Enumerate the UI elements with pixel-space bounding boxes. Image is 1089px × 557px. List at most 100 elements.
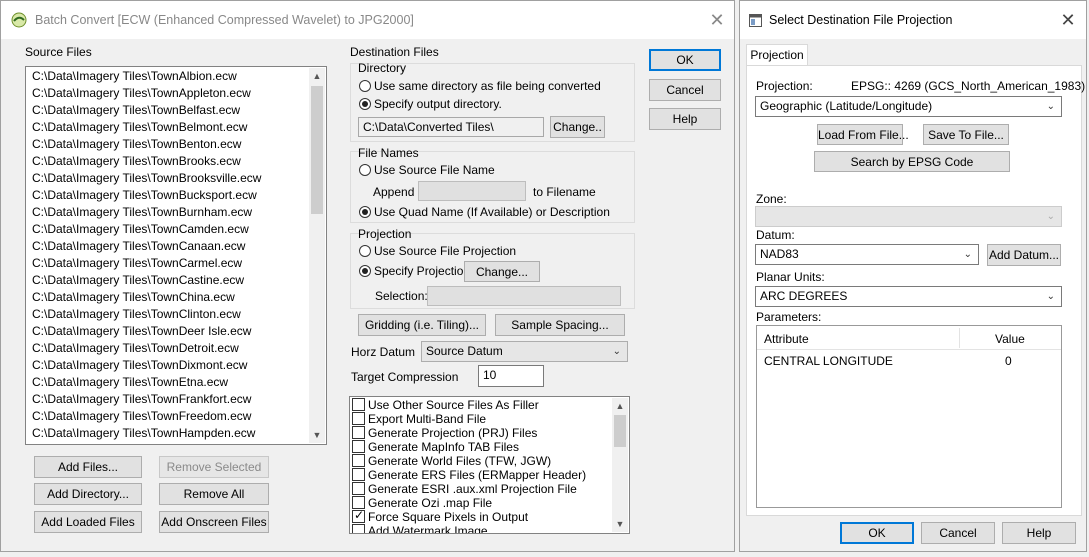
selection-label: Selection: [375, 289, 428, 303]
options-scrollbar[interactable]: ▲ ▼ [612, 398, 628, 532]
append-field[interactable] [418, 181, 526, 201]
option-checkbox[interactable] [352, 398, 365, 411]
proj-cancel-button[interactable]: Cancel [921, 522, 995, 544]
planar-units-select[interactable]: ARC DEGREES ⌄ [755, 286, 1062, 307]
chevron-down-icon: ⌄ [963, 249, 972, 260]
datum-select[interactable]: NAD83 ⌄ [755, 244, 979, 265]
list-item[interactable]: C:\Data\Imagery Tiles\TownAppleton.ecw [32, 85, 251, 102]
specify-projection-radio[interactable] [359, 265, 371, 277]
list-item[interactable]: C:\Data\Imagery Tiles\TownFrankfort.ecw [32, 391, 251, 408]
specify-output-radio[interactable] [359, 98, 371, 110]
gridding-button[interactable]: Gridding (i.e. Tiling)... [358, 314, 486, 336]
list-item[interactable]: C:\Data\Imagery Tiles\TownDetroit.ecw [32, 340, 239, 357]
save-to-file-button[interactable]: Save To File... [923, 124, 1009, 145]
option-checkbox[interactable] [352, 482, 365, 495]
chevron-down-icon: ⌄ [1046, 101, 1055, 112]
attribute-column-header[interactable]: Attribute [764, 332, 809, 346]
destination-files-label: Destination Files [350, 45, 439, 59]
tab-projection[interactable]: Projection [746, 44, 808, 66]
batch-close-icon[interactable]: ✕ [703, 7, 731, 33]
scroll-thumb[interactable] [311, 86, 323, 214]
remove-all-button[interactable]: Remove All [159, 483, 269, 505]
ok-button[interactable]: OK [649, 49, 721, 71]
add-loaded-files-button[interactable]: Add Loaded Files [34, 511, 142, 533]
options-scroll-down-icon[interactable]: ▼ [612, 516, 628, 532]
list-item[interactable]: C:\Data\Imagery Tiles\TownCanaan.ecw [32, 238, 245, 255]
option-label: Generate MapInfo TAB Files [368, 440, 519, 454]
output-directory-field[interactable]: C:\Data\Converted Tiles\ [358, 117, 544, 137]
parameters-header: Attribute Value [757, 326, 1061, 350]
list-item[interactable]: C:\Data\Imagery Tiles\TownAlbion.ecw [32, 68, 237, 85]
cancel-button[interactable]: Cancel [649, 79, 721, 101]
list-item[interactable]: C:\Data\Imagery Tiles\TownBelmont.ecw [32, 119, 247, 136]
list-item[interactable]: C:\Data\Imagery Tiles\TownBrooksville.ec… [32, 170, 261, 187]
help-button[interactable]: Help [649, 108, 721, 130]
list-item[interactable]: C:\Data\Imagery Tiles\TownCastine.ecw [32, 272, 244, 289]
source-files-list[interactable]: C:\Data\Imagery Tiles\TownAlbion.ecw C:\D… [25, 66, 327, 445]
use-quad-name-radio[interactable] [359, 206, 371, 218]
list-item[interactable]: C:\Data\Imagery Tiles\TownClinton.ecw [32, 306, 241, 323]
add-files-button[interactable]: Add Files... [34, 456, 142, 478]
option-checkbox[interactable] [352, 440, 365, 453]
parameters-table[interactable]: Attribute Value CENTRAL LONGITUDE 0 [756, 325, 1062, 508]
list-item[interactable]: C:\Data\Imagery Tiles\TownCamden.ecw [32, 221, 249, 238]
list-item[interactable]: C:\Data\Imagery Tiles\TownBenton.ecw [32, 136, 241, 153]
proj-ok-button[interactable]: OK [840, 522, 914, 544]
change-projection-button[interactable]: Change... [464, 261, 540, 282]
batch-title-bar[interactable]: Batch Convert [ECW (Enhanced Compressed … [1, 1, 734, 39]
scroll-down-icon[interactable]: ▼ [309, 427, 325, 443]
option-checkbox[interactable] [352, 524, 365, 533]
list-item[interactable]: C:\Data\Imagery Tiles\TownFreedom.ecw [32, 408, 251, 425]
proj-title-bar[interactable]: Select Destination File Projection ✕ [740, 1, 1086, 39]
options-list[interactable]: Use Other Source Files As Filler Export M… [349, 396, 630, 534]
use-source-projection-radio[interactable] [359, 245, 371, 257]
to-filename-label: to Filename [533, 185, 596, 199]
list-item[interactable]: C:\Data\Imagery Tiles\TownDixmont.ecw [32, 357, 247, 374]
add-onscreen-files-button[interactable]: Add Onscreen Files [159, 511, 269, 533]
list-item[interactable]: C:\Data\Imagery Tiles\TownBelfast.ecw [32, 102, 240, 119]
sample-spacing-button[interactable]: Sample Spacing... [495, 314, 625, 336]
parameter-value[interactable]: 0 [1005, 354, 1012, 368]
use-source-name-label: Use Source File Name [374, 163, 495, 177]
horz-datum-select[interactable]: Source Datum ⌄ [421, 341, 628, 362]
projection-select[interactable]: Geographic (Latitude/Longitude) ⌄ [755, 96, 1062, 117]
option-label: Generate Projection (PRJ) Files [368, 426, 538, 440]
scroll-up-icon[interactable]: ▲ [309, 68, 325, 84]
zone-label: Zone: [756, 192, 787, 206]
option-checkbox[interactable] [352, 508, 365, 523]
options-scroll-up-icon[interactable]: ▲ [612, 398, 628, 414]
list-item[interactable]: C:\Data\Imagery Tiles\TownBurnham.ecw [32, 204, 252, 221]
list-item[interactable]: C:\Data\Imagery Tiles\TownHampden.ecw [32, 425, 255, 442]
load-from-file-button[interactable]: Load From File... [817, 124, 909, 145]
list-item[interactable]: C:\Data\Imagery Tiles\TownBrooks.ecw [32, 153, 241, 170]
option-checkbox[interactable] [352, 468, 365, 481]
table-row[interactable]: CENTRAL LONGITUDE 0 [757, 352, 1061, 370]
remove-selected-button[interactable]: Remove Selected [159, 456, 269, 478]
change-directory-button[interactable]: Change.. [550, 116, 605, 138]
list-item[interactable]: C:\Data\Imagery Tiles\TownBucksport.ecw [32, 187, 257, 204]
list-item[interactable]: C:\Data\Imagery Tiles\TownEtna.ecw [32, 374, 228, 391]
value-column-header[interactable]: Value [995, 332, 1025, 346]
file-list-scrollbar[interactable]: ▲ ▼ [309, 68, 325, 443]
same-directory-radio[interactable] [359, 80, 371, 92]
list-item[interactable]: C:\Data\Imagery Tiles\TownChina.ecw [32, 289, 235, 306]
option-checkbox[interactable] [352, 412, 365, 425]
list-item[interactable]: C:\Data\Imagery Tiles\TownDeer Isle.ecw [32, 323, 251, 340]
proj-close-icon[interactable]: ✕ [1054, 7, 1082, 33]
option-checkbox[interactable] [352, 426, 365, 439]
use-source-name-radio[interactable] [359, 164, 371, 176]
proj-title: Select Destination File Projection [769, 13, 953, 27]
projection-label: Projection [358, 227, 412, 241]
zone-select[interactable]: ⌄ [755, 206, 1062, 227]
search-epsg-button[interactable]: Search by EPSG Code [814, 151, 1010, 172]
selection-field[interactable] [427, 286, 621, 306]
datum-label: Datum: [756, 228, 795, 242]
options-scroll-thumb[interactable] [614, 415, 626, 447]
option-label: Generate ERS Files (ERMapper Header) [368, 468, 587, 482]
target-compression-field[interactable]: 10 [478, 365, 544, 387]
add-datum-button[interactable]: Add Datum... [987, 244, 1061, 266]
option-checkbox[interactable] [352, 454, 365, 467]
proj-help-button[interactable]: Help [1002, 522, 1076, 544]
list-item[interactable]: C:\Data\Imagery Tiles\TownCarmel.ecw [32, 255, 242, 272]
add-directory-button[interactable]: Add Directory... [34, 483, 142, 505]
